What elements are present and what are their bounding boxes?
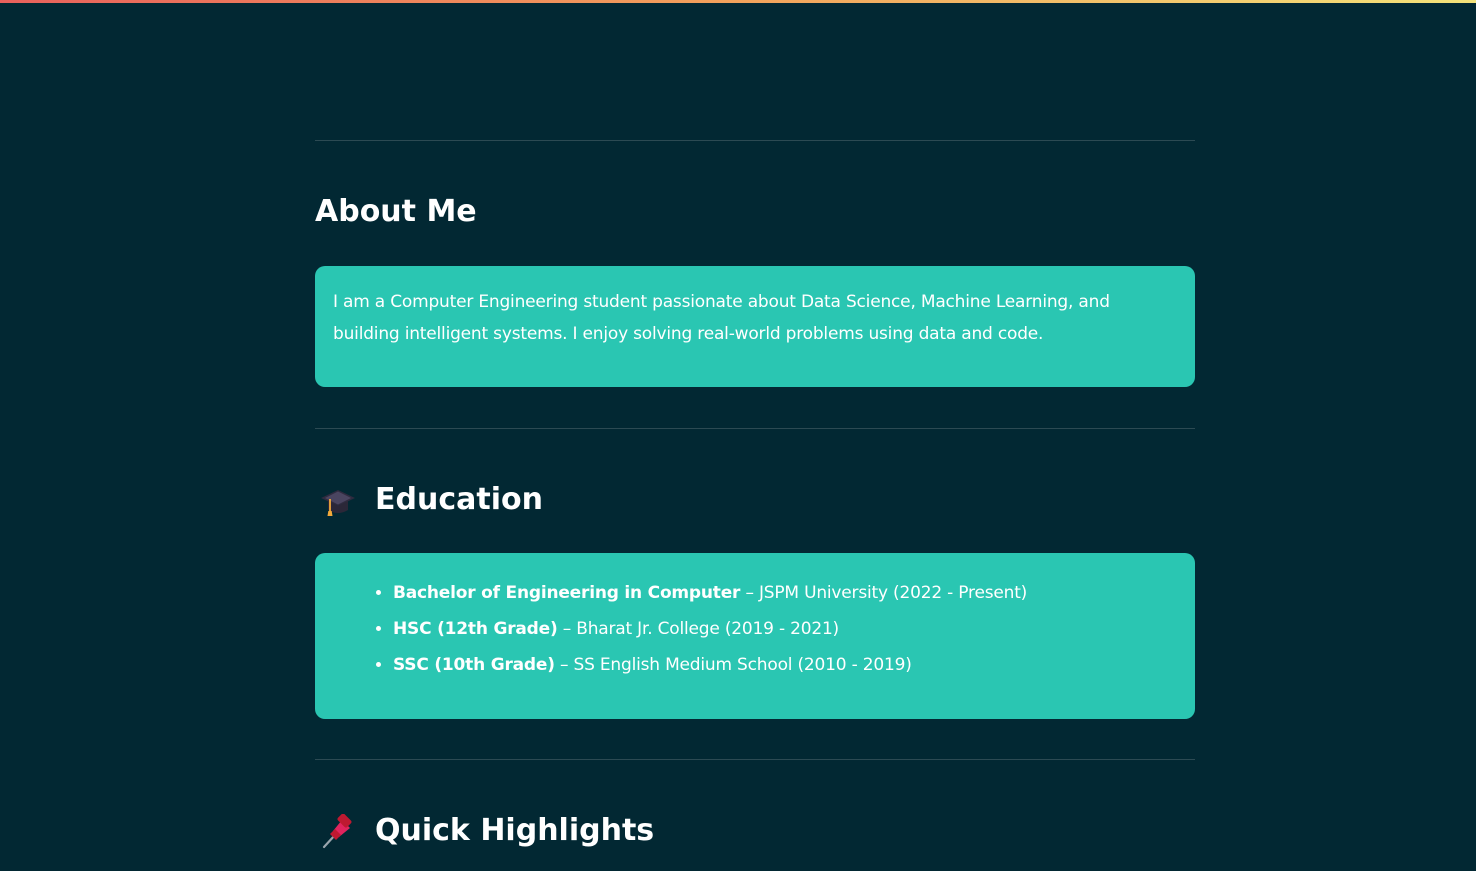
degree-detail: JSPM University (2022 - Present): [758, 583, 1028, 603]
separator: –: [740, 583, 759, 603]
about-heading: About Me: [315, 194, 477, 229]
separator: –: [554, 655, 574, 675]
education-heading: Education: [315, 482, 543, 519]
pushpin-icon: [320, 813, 356, 850]
highlights-title: Quick Highlights: [375, 813, 655, 848]
degree-name: HSC (12th Grade): [393, 619, 558, 639]
section-divider: [315, 140, 1195, 141]
list-item: Bachelor of Engineering in Computer – JS…: [393, 575, 1177, 611]
degree-name: SSC (10th Grade): [393, 655, 555, 675]
graduation-cap-icon: [320, 483, 356, 519]
about-card: I am a Computer Engineering student pass…: [315, 266, 1195, 387]
list-item: HSC (12th Grade) – Bharat Jr. College (2…: [393, 611, 1177, 647]
highlights-heading: Quick Highlights: [315, 813, 654, 850]
degree-name: Bachelor of Engineering in Computer: [393, 583, 741, 603]
section-divider: [315, 428, 1195, 429]
degree-detail: Bharat Jr. College (2019 - 2021): [576, 619, 839, 639]
about-text: I am a Computer Engineering student pass…: [333, 292, 1110, 344]
degree-detail: SS English Medium School (2010 - 2019): [573, 655, 912, 675]
list-item: SSC (10th Grade) – SS English Medium Sch…: [393, 647, 1177, 683]
education-card: Bachelor of Engineering in Computer – JS…: [315, 553, 1195, 719]
section-divider: [315, 759, 1195, 760]
education-list: Bachelor of Engineering in Computer – JS…: [315, 575, 1177, 683]
education-title: Education: [375, 482, 543, 517]
separator: –: [557, 619, 577, 639]
top-gradient-bar: [0, 0, 1476, 3]
